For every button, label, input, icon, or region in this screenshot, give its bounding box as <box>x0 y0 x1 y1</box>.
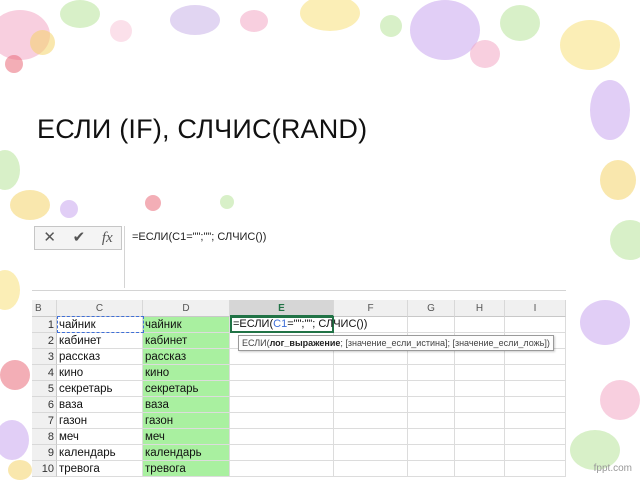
cell-e[interactable] <box>230 445 334 461</box>
cell-g[interactable] <box>408 381 455 397</box>
cell-f[interactable] <box>334 349 408 365</box>
row-header[interactable]: 1 <box>32 317 57 333</box>
formula-bar: ✕ ✔ fx =ЕСЛИ(C1="";""; СЛЧИС()) <box>32 224 566 291</box>
cell-i[interactable] <box>505 349 566 365</box>
check-icon[interactable]: ✔ <box>73 228 86 248</box>
cell-g[interactable] <box>408 429 455 445</box>
cell-c[interactable]: секретарь <box>57 381 143 397</box>
cell-h[interactable] <box>455 317 505 333</box>
cell-e[interactable] <box>230 429 334 445</box>
cell-g[interactable] <box>408 317 455 333</box>
row-header[interactable]: 9 <box>32 445 57 461</box>
cell-i[interactable] <box>505 317 566 333</box>
cell-h[interactable] <box>455 429 505 445</box>
cell-c[interactable]: меч <box>57 429 143 445</box>
cell-i[interactable] <box>505 397 566 413</box>
cell-f[interactable] <box>334 397 408 413</box>
cell-e[interactable] <box>230 349 334 365</box>
cell-d[interactable]: чайник <box>143 317 230 333</box>
column-header-e[interactable]: E <box>230 300 334 317</box>
cell-d[interactable]: календарь <box>143 445 230 461</box>
cell-c[interactable]: календарь <box>57 445 143 461</box>
fx-icon[interactable]: fx <box>102 228 113 248</box>
active-cell-suffix: ="";""; СЛЧИС()) <box>287 318 368 330</box>
cell-h[interactable] <box>455 413 505 429</box>
cell-f[interactable] <box>334 461 408 477</box>
cell-g[interactable] <box>408 461 455 477</box>
cell-d[interactable]: тревога <box>143 461 230 477</box>
cell-d[interactable]: секретарь <box>143 381 230 397</box>
cell-g[interactable] <box>408 413 455 429</box>
cell-c[interactable]: кино <box>57 365 143 381</box>
column-header-h[interactable]: H <box>455 300 505 317</box>
cell-h[interactable] <box>455 349 505 365</box>
cell-i[interactable] <box>505 429 566 445</box>
column-header-c[interactable]: C <box>57 300 143 317</box>
cell-h[interactable] <box>455 365 505 381</box>
cell-c[interactable]: рассказ <box>57 349 143 365</box>
row-header[interactable]: 3 <box>32 349 57 365</box>
cell-d[interactable]: кино <box>143 365 230 381</box>
formula-input[interactable]: =ЕСЛИ(C1="";""; СЛЧИС()) <box>132 231 266 243</box>
cell-c[interactable]: тревога <box>57 461 143 477</box>
cell-d[interactable]: рассказ <box>143 349 230 365</box>
active-cell-prefix: =ЕСЛИ( <box>233 318 274 330</box>
cell-h[interactable] <box>455 381 505 397</box>
column-header-f[interactable]: F <box>334 300 408 317</box>
cell-g[interactable] <box>408 349 455 365</box>
cell-h[interactable] <box>455 397 505 413</box>
row-header[interactable]: 5 <box>32 381 57 397</box>
column-header-b[interactable]: B <box>32 300 57 317</box>
tooltip-arg-logical: лог_выражение <box>269 338 341 348</box>
cell-e[interactable] <box>230 397 334 413</box>
cell-d[interactable]: меч <box>143 429 230 445</box>
cell-i[interactable] <box>505 461 566 477</box>
row-header[interactable]: 4 <box>32 365 57 381</box>
cell-i[interactable] <box>505 381 566 397</box>
column-header-g[interactable]: G <box>408 300 455 317</box>
active-cell-e1[interactable]: =ЕСЛИ(C1="";""; СЛЧИС()) <box>230 316 367 333</box>
tooltip-function[interactable]: ЕСЛИ( <box>242 338 270 348</box>
cell-e[interactable] <box>230 381 334 397</box>
slide-title: ЕСЛИ (IF), СЛЧИС(RAND) <box>37 114 368 144</box>
cell-g[interactable] <box>408 365 455 381</box>
row-header[interactable]: 2 <box>32 333 57 349</box>
cell-e[interactable] <box>230 461 334 477</box>
cell-f[interactable] <box>334 365 408 381</box>
cell-f[interactable] <box>334 413 408 429</box>
active-cell-ref: C1 <box>273 318 288 330</box>
tooltip-args-rest: ; [значение_если_истина]; [значение_если… <box>340 338 550 348</box>
cell-i[interactable] <box>505 445 566 461</box>
cell-h[interactable] <box>455 445 505 461</box>
column-header-d[interactable]: D <box>143 300 230 317</box>
row-header[interactable]: 6 <box>32 397 57 413</box>
formula-bar-divider <box>124 226 125 288</box>
cell-g[interactable] <box>408 445 455 461</box>
cell-i[interactable] <box>505 365 566 381</box>
cell-e[interactable] <box>230 413 334 429</box>
excel-window: ✕ ✔ fx =ЕСЛИ(C1="";""; СЛЧИС()) B C D E … <box>32 224 566 480</box>
function-tooltip: ЕСЛИ(лог_выражение; [значение_если_истин… <box>238 335 554 351</box>
cell-d[interactable]: кабинет <box>143 333 230 349</box>
formula-bar-buttons: ✕ ✔ fx <box>34 226 122 250</box>
cell-f[interactable] <box>334 445 408 461</box>
cell-c[interactable]: кабинет <box>57 333 143 349</box>
row-header[interactable]: 10 <box>32 461 57 477</box>
cell-f[interactable] <box>334 381 408 397</box>
cell-i[interactable] <box>505 413 566 429</box>
cell-h[interactable] <box>455 461 505 477</box>
cell-c[interactable]: чайник <box>57 317 143 333</box>
cell-c[interactable]: ваза <box>57 397 143 413</box>
watermark: fppt.com <box>593 463 632 474</box>
column-header-i[interactable]: I <box>505 300 566 317</box>
cell-c[interactable]: газон <box>57 413 143 429</box>
row-header[interactable]: 8 <box>32 429 57 445</box>
cell-d[interactable]: ваза <box>143 397 230 413</box>
cell-g[interactable] <box>408 397 455 413</box>
cell-d[interactable]: газон <box>143 413 230 429</box>
row-header[interactable]: 7 <box>32 413 57 429</box>
cell-e[interactable] <box>230 365 334 381</box>
close-icon[interactable]: ✕ <box>43 228 56 248</box>
cell-f[interactable] <box>334 429 408 445</box>
